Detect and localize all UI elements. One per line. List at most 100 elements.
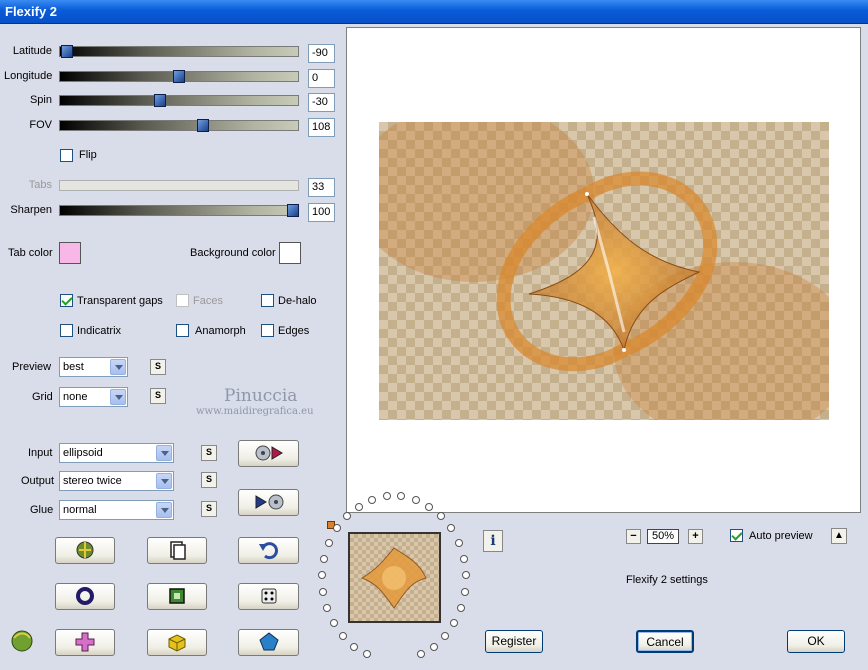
orbit-dot[interactable]	[318, 571, 327, 580]
fov-slider[interactable]	[59, 119, 299, 132]
load-input-button[interactable]	[238, 440, 299, 467]
preview-s-button[interactable]: S	[150, 359, 166, 375]
grid-s-button[interactable]: S	[150, 388, 166, 404]
settings-name: Flexify 2 settings	[626, 574, 708, 586]
longitude-value[interactable]: 0	[308, 69, 335, 88]
shape-ring-button[interactable]	[55, 583, 115, 610]
orbit-dot[interactable]	[354, 502, 363, 511]
zoom-out-button[interactable]: −	[626, 529, 641, 544]
orbit-dot[interactable]	[320, 554, 329, 563]
input-select-value: ellipsoid	[63, 447, 103, 459]
save-output-button[interactable]	[238, 489, 299, 516]
orbit-dot[interactable]	[460, 587, 469, 596]
auto-preview-checkbox[interactable]	[730, 529, 743, 542]
fov-slider-thumb[interactable]	[196, 119, 209, 132]
longitude-slider-thumb[interactable]	[173, 70, 185, 83]
latitude-slider-thumb[interactable]	[61, 45, 74, 58]
anamorph-label: Anamorph	[195, 325, 246, 337]
orbit-dot[interactable]	[324, 538, 333, 547]
ok-button[interactable]: OK	[787, 630, 845, 653]
indicatrix-label: Indicatrix	[77, 325, 122, 337]
orbit-dot[interactable]	[322, 604, 331, 612]
glue-select[interactable]: normal	[59, 500, 174, 520]
spin-slider-thumb[interactable]	[153, 94, 166, 107]
randomize-button[interactable]	[55, 537, 115, 564]
indicatrix-checkbox[interactable]	[60, 324, 73, 337]
shape-cube-button[interactable]	[147, 629, 207, 656]
info-button[interactable]: i	[483, 530, 503, 552]
edges-checkbox[interactable]	[261, 324, 274, 337]
chevron-down-icon[interactable]	[110, 359, 126, 375]
preview-image	[354, 102, 854, 442]
document-icon	[170, 541, 186, 560]
orbit-dot[interactable]	[368, 495, 377, 504]
preview-select[interactable]: best	[59, 357, 128, 377]
shape-square-button[interactable]	[147, 583, 207, 610]
preview-pane[interactable]	[346, 27, 861, 513]
sharpen-slider[interactable]	[59, 204, 300, 217]
orbit-dot[interactable]	[459, 554, 468, 563]
spin-value[interactable]: -30	[308, 93, 335, 112]
tabs-label: Tabs	[28, 179, 52, 191]
sharpen-label: Sharpen	[10, 204, 52, 216]
input-s-button[interactable]: S	[201, 445, 217, 461]
thumbnail-image[interactable]	[348, 532, 441, 623]
spin-slider[interactable]	[59, 94, 299, 107]
orbit-dot[interactable]	[363, 650, 372, 659]
random-dice-button[interactable]	[238, 583, 299, 610]
orbit-dot[interactable]	[425, 502, 434, 511]
chevron-down-icon[interactable]	[156, 502, 172, 518]
window-title: Flexify 2	[5, 4, 58, 19]
orbit-dot[interactable]	[329, 618, 338, 627]
orbit-dot[interactable]	[461, 571, 470, 580]
orbit-dot[interactable]	[440, 631, 449, 640]
fov-value[interactable]: 108	[308, 118, 335, 137]
orbit-dot[interactable]	[457, 604, 465, 612]
orbit-dot[interactable]	[411, 495, 420, 504]
sharpen-slider-thumb[interactable]	[287, 204, 300, 217]
orbit-dot[interactable]	[455, 538, 463, 547]
chevron-down-icon[interactable]	[156, 473, 172, 489]
orbit-dot[interactable]	[416, 650, 425, 659]
latitude-slider[interactable]	[59, 45, 299, 58]
orbit-dot[interactable]	[450, 618, 459, 627]
output-s-button[interactable]: S	[201, 472, 217, 488]
chevron-down-icon[interactable]	[110, 389, 126, 405]
orbit-dot[interactable]	[319, 587, 328, 596]
register-button[interactable]: Register	[485, 630, 543, 653]
preview-select-value: best	[63, 361, 84, 373]
undo-button[interactable]	[238, 537, 299, 564]
background-color-swatch[interactable]	[279, 242, 301, 264]
background-color-label: Background color	[190, 247, 276, 259]
orbit-dot[interactable]	[342, 512, 351, 521]
collapse-button[interactable]: ▲	[831, 528, 847, 544]
disc-play-icon	[255, 445, 283, 461]
glue-select-value: normal	[63, 504, 97, 516]
grid-select[interactable]: none	[59, 387, 128, 407]
flip-checkbox[interactable]	[60, 149, 73, 162]
sharpen-value[interactable]: 100	[308, 203, 335, 222]
output-select[interactable]: stereo twice	[59, 471, 174, 491]
orbit-dot[interactable]	[429, 642, 438, 651]
chevron-down-icon[interactable]	[156, 445, 172, 461]
anamorph-checkbox[interactable]	[176, 324, 189, 337]
glue-s-button[interactable]: S	[201, 501, 217, 517]
shape-pentagon-button[interactable]	[238, 629, 299, 656]
copy-button[interactable]	[147, 537, 207, 564]
output-label: Output	[21, 475, 55, 487]
shape-cross-button[interactable]	[55, 629, 115, 656]
orbit-dot[interactable]	[447, 524, 456, 533]
orbit-dot[interactable]	[350, 642, 359, 651]
zoom-in-button[interactable]: +	[688, 529, 703, 544]
latitude-value[interactable]: -90	[308, 44, 335, 63]
title-bar: Flexify 2	[0, 0, 868, 24]
tab-color-swatch[interactable]	[59, 242, 81, 264]
transparent-gaps-checkbox[interactable]	[60, 294, 73, 307]
cancel-button[interactable]: Cancel	[636, 630, 694, 653]
input-select[interactable]: ellipsoid	[59, 443, 174, 463]
longitude-slider[interactable]	[59, 70, 299, 83]
orbit-dot[interactable]	[332, 524, 341, 533]
orbit-dot[interactable]	[437, 512, 446, 521]
orbit-dot[interactable]	[339, 631, 348, 640]
de-halo-checkbox[interactable]	[261, 294, 274, 307]
